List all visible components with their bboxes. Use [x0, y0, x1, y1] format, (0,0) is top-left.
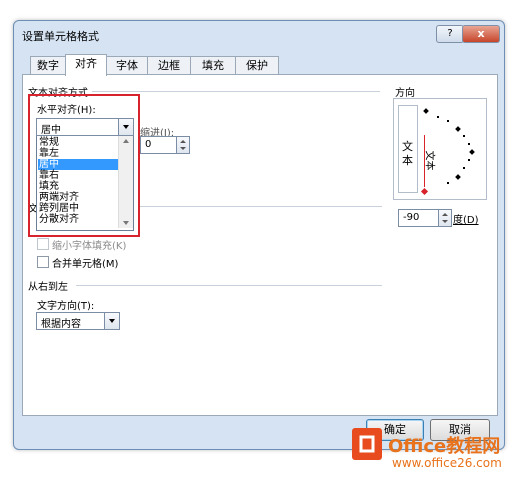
dial-dot — [437, 116, 439, 118]
tab-alignment[interactable]: 对齐 — [65, 54, 107, 76]
degree-label: 度(D) — [453, 215, 479, 226]
indent-spin-buttons[interactable] — [176, 137, 189, 153]
text-direction-label: 文字方向(T): — [37, 301, 95, 312]
tab-font[interactable]: 字体 — [106, 56, 148, 75]
chevron-down-icon — [109, 319, 115, 323]
dropdown-button[interactable] — [104, 313, 119, 329]
spin-arrows-icon — [180, 140, 186, 150]
text-direction-value: 根据内容 — [41, 319, 81, 330]
dial-dot — [468, 159, 470, 161]
tab-border[interactable]: 边框 — [147, 56, 191, 75]
highlight-box — [28, 94, 140, 237]
shrink-to-fit-label: 缩小字体填充(K) — [52, 241, 127, 252]
divider — [92, 91, 380, 92]
dropdown-button[interactable] — [118, 119, 133, 135]
dial-marker — [423, 108, 429, 114]
dial-dot — [463, 167, 465, 169]
orientation-box[interactable]: 文 本 文本 — [393, 98, 487, 200]
vertical-text-button[interactable]: 文 本 — [398, 105, 418, 193]
dialog-title: 设置单元格格式 — [22, 30, 99, 43]
dial-marker — [455, 174, 461, 180]
orientation-handle[interactable] — [420, 187, 429, 196]
chevron-down-icon — [123, 125, 129, 129]
dial-dot — [463, 135, 465, 137]
watermark-url: www.office26.com — [392, 456, 502, 470]
shrink-to-fit-checkbox[interactable] — [37, 238, 49, 250]
tab-number[interactable]: 数字 — [30, 56, 66, 75]
divider — [76, 285, 382, 286]
dial-dot — [447, 182, 449, 184]
orientation-dial[interactable]: 文本 — [419, 105, 483, 196]
merge-cells-label: 合并单元格(M) — [52, 259, 119, 270]
close-button[interactable]: x — [462, 25, 500, 43]
tab-protection[interactable]: 保护 — [235, 56, 279, 75]
spin-arrows-icon — [442, 213, 448, 223]
indent-value: 0 — [145, 139, 152, 150]
dial-dot — [447, 120, 449, 122]
dial-dot — [468, 143, 470, 145]
tab-fill[interactable]: 填充 — [190, 56, 236, 75]
section-title-orientation: 方向 — [395, 88, 415, 99]
vertical-text-label: 文 本 — [402, 140, 413, 167]
horizontal-align-select[interactable]: 居中 — [36, 118, 134, 136]
section-title-rtl: 从右到左 — [28, 282, 68, 293]
dial-marker — [469, 149, 475, 155]
office-logo-shape — [359, 435, 375, 453]
office-logo-icon — [352, 428, 382, 460]
merge-cells-checkbox[interactable] — [37, 256, 49, 268]
watermark-brand: Office教程网 — [388, 436, 501, 457]
degree-spin-buttons[interactable] — [438, 210, 451, 226]
indent-stepper[interactable]: 0 — [140, 136, 190, 154]
rotated-text-label: 文本 — [423, 150, 435, 171]
degree-stepper[interactable]: -90 — [398, 209, 452, 227]
text-direction-select[interactable]: 根据内容 — [36, 312, 120, 330]
dial-marker — [455, 126, 461, 132]
divider — [140, 206, 382, 207]
degree-value: -90 — [403, 212, 420, 223]
help-button[interactable]: ? — [436, 25, 464, 43]
horizontal-align-value: 居中 — [41, 125, 61, 136]
